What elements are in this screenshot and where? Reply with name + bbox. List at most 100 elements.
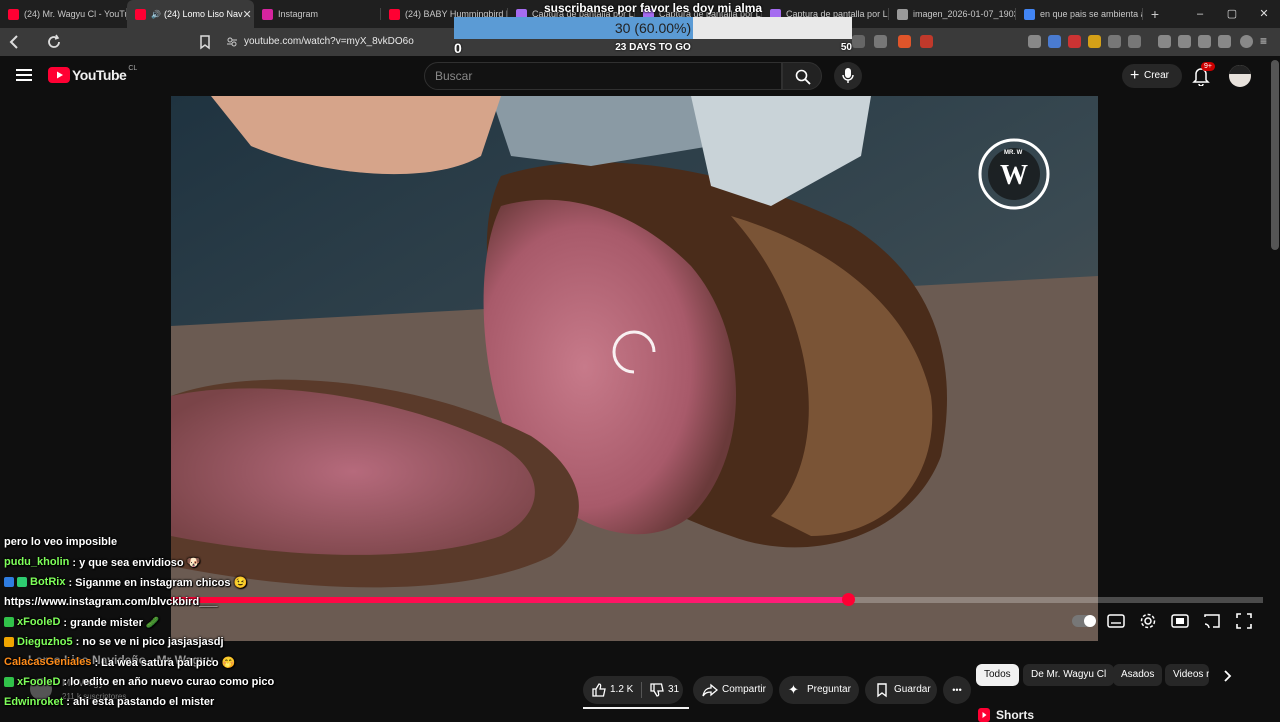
avatar[interactable] (1229, 65, 1251, 87)
goal-max-value: 50 (840, 42, 852, 53)
reload-icon (48, 34, 60, 48)
profile-icon[interactable] (1240, 35, 1253, 48)
chip-todos[interactable]: Todos (976, 664, 1019, 686)
new-tab-button[interactable]: + (1143, 6, 1167, 22)
page-scrollbar[interactable] (1271, 60, 1279, 250)
ask-button[interactable]: ✦ Preguntar (779, 676, 859, 704)
leo-ai-icon[interactable] (1218, 35, 1231, 48)
create-button[interactable]: + Crear (1122, 64, 1182, 88)
chips-next-button[interactable] (1217, 666, 1237, 686)
voice-search-button[interactable] (834, 62, 862, 90)
tab-close-icon[interactable]: ✕ (243, 8, 252, 21)
chat-message: xFooleD: grande mister 🥒 (4, 612, 160, 632)
channel-watermark[interactable]: MR. W (979, 138, 1049, 210)
search-button[interactable] (782, 62, 822, 90)
chat-message: CalacasGeniales: La wea satura pal pico … (4, 652, 235, 672)
search-input[interactable]: Buscar (424, 62, 782, 90)
like-count: 1.2 K (610, 684, 634, 695)
chat-text: https://www.instagram.com/blvckbird___ (4, 596, 218, 608)
hamburger-icon (16, 69, 32, 81)
reload-button[interactable] (45, 33, 63, 51)
chip-videos[interactable]: Videos r (1165, 664, 1209, 686)
tab-favicon-icon (135, 8, 146, 20)
chevron-right-icon (1224, 670, 1232, 682)
chip-channel[interactable]: De Mr. Wagyu Cl (1023, 664, 1115, 686)
thumbs-up-icon (592, 683, 606, 697)
tab-favicon-icon (8, 8, 19, 20)
bookmark-icon (200, 35, 210, 50)
notification-badge: 9+ (1201, 62, 1215, 71)
thumbs-down-icon (650, 683, 664, 697)
autoplay-toggle[interactable] (1072, 615, 1096, 627)
share-icon[interactable] (874, 35, 887, 48)
chat-text: : y que sea envidioso 🐶 (72, 556, 201, 569)
url-field[interactable]: youtube.com/watch?v=myX_8vkDO6o (218, 31, 454, 53)
tab-title: imagen_2026-01-07_1903 (913, 9, 1016, 19)
chat-text: pero lo veo imposible (4, 536, 118, 548)
close-window-button[interactable]: ✕ (1248, 0, 1280, 28)
guide-menu-button[interactable] (16, 68, 32, 87)
like-button[interactable]: 1.2 K (583, 676, 639, 704)
bookmark-button[interactable] (196, 33, 214, 51)
share-button[interactable]: Compartir (693, 676, 773, 704)
rewards-icon[interactable] (920, 35, 933, 48)
share-arrow-icon (702, 683, 718, 697)
notifications-button[interactable]: 9+ (1192, 62, 1215, 91)
brave-shield-icon[interactable] (898, 35, 911, 48)
chat-username: Dieguzho5 (17, 636, 73, 648)
settings-gear-icon[interactable] (1139, 612, 1157, 630)
speaker-icon[interactable]: 🔊 (151, 10, 161, 19)
tab-favicon-icon (897, 8, 908, 20)
goal-title: suscribanse por favor les doy mi alma (543, 1, 763, 15)
save-button[interactable]: Guardar (865, 676, 937, 704)
tab-favicon-icon (262, 8, 273, 20)
sparkle-icon: ✦ (788, 682, 799, 697)
video-progress-track[interactable] (171, 593, 1263, 606)
stream-chat-overlay: pero lo veo imposible pudu_kholin: y que … (0, 532, 310, 720)
browser-tab-7[interactable]: imagen_2026-01-07_1903 (889, 0, 1016, 28)
more-actions-button[interactable]: ••• (943, 676, 971, 704)
tab-title: en que pais se ambienta a (1040, 9, 1143, 19)
media-control-icon[interactable] (1158, 35, 1171, 48)
camera-extension-icon[interactable] (1128, 35, 1141, 48)
chat-badge-icon (17, 577, 27, 587)
extension-orange-icon[interactable] (1088, 35, 1101, 48)
youtube-logo[interactable]: YouTube CL (48, 65, 137, 83)
extensions-puzzle-icon[interactable] (1108, 35, 1121, 48)
like-dislike-group: 1.2 K 31 (583, 676, 683, 704)
browser-tab-1[interactable]: 🔊 (24) Lomo Liso Nav ✕ (127, 0, 254, 28)
like-divider (641, 682, 642, 698)
video-player[interactable]: W MR. W (171, 96, 1098, 641)
menu-icon[interactable]: ≡ (1260, 35, 1273, 48)
chat-text: : no se ve ni pico jasjasjasdj (75, 636, 224, 648)
subtitles-icon[interactable] (1107, 612, 1125, 630)
cast-icon[interactable] (1203, 612, 1221, 630)
browser-tab-2[interactable]: Instagram (254, 0, 381, 28)
ask-label: Preguntar (807, 684, 851, 695)
tab-favicon-icon (389, 8, 400, 20)
maximize-button[interactable]: ▢ (1216, 0, 1248, 28)
chat-badge-icon (4, 577, 14, 587)
back-arrow-icon (9, 35, 18, 49)
screen-cast-icon[interactable] (852, 35, 865, 48)
plus-icon: + (1130, 67, 1140, 84)
minimize-button[interactable]: – (1184, 0, 1216, 28)
chat-username: Edwinroket (4, 696, 64, 708)
chip-asados[interactable]: Asados (1113, 664, 1163, 686)
fullscreen-icon[interactable] (1235, 612, 1253, 630)
extension-wifi-icon[interactable] (1048, 35, 1061, 48)
back-button[interactable] (6, 33, 24, 51)
autoplay-knob (1084, 615, 1096, 627)
video-scrubber-handle[interactable] (842, 593, 856, 606)
dislike-count: 31 (668, 684, 680, 695)
translate-icon[interactable] (1028, 35, 1041, 48)
dislike-button[interactable]: 31 (643, 676, 683, 704)
chat-message: https://www.instagram.com/blvckbird___ (4, 592, 218, 612)
extension-red-icon[interactable] (1068, 35, 1081, 48)
browser-tab-8[interactable]: en que pais se ambienta a (1016, 0, 1143, 28)
wallet-icon[interactable] (1198, 35, 1211, 48)
miniplayer-icon[interactable] (1171, 612, 1189, 630)
browser-tab-0[interactable]: (24) Mr. Wagyu Cl - YouTub (0, 0, 127, 28)
chat-badge-icon (4, 637, 14, 647)
sidebar-toggle-icon[interactable] (1178, 35, 1191, 48)
